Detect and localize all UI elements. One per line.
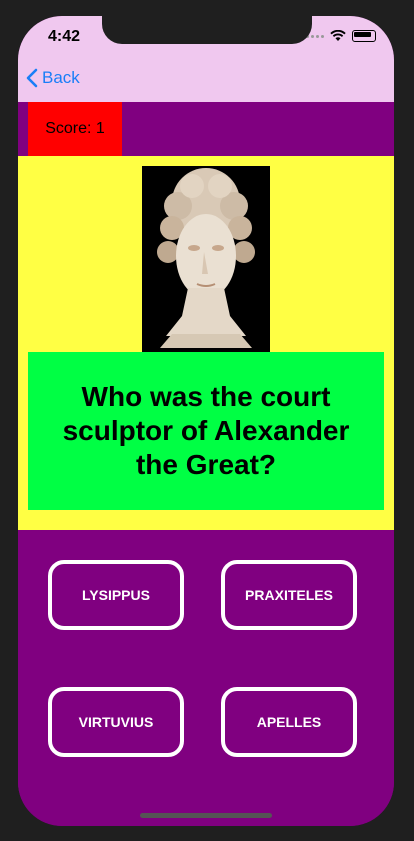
answer-button-apelles[interactable]: APELLES (221, 687, 357, 757)
chevron-left-icon (26, 68, 38, 88)
home-indicator[interactable] (140, 813, 272, 818)
score-bar: Score: 1 (18, 102, 394, 156)
score-label: Score: 1 (28, 102, 122, 156)
question-panel: Who was the court sculptor of Alexander … (18, 156, 394, 530)
answer-grid: LYSIPPUS PRAXITELES VIRTUVIUS APELLES (18, 530, 394, 826)
question-box: Who was the court sculptor of Alexander … (28, 352, 384, 510)
app-screen: 4:42 Back Score: 1 Who was the court scu… (18, 16, 394, 826)
question-text: Who was the court sculptor of Alexander … (62, 381, 350, 480)
back-button[interactable]: Back (26, 68, 80, 88)
status-icons (306, 30, 376, 42)
battery-icon (352, 30, 376, 42)
device-notch (102, 16, 312, 44)
answer-button-praxiteles[interactable]: PRAXITELES (221, 560, 357, 630)
device-frame: 4:42 Back Score: 1 Who was the court scu… (0, 0, 414, 841)
wifi-icon (330, 30, 346, 41)
status-time: 4:42 (48, 28, 81, 45)
answer-button-virtuvius[interactable]: VIRTUVIUS (48, 687, 184, 757)
navigation-bar: Back (18, 60, 394, 102)
back-label: Back (42, 68, 80, 87)
answer-button-lysippus[interactable]: LYSIPPUS (48, 560, 184, 630)
sculpture-bust-image (142, 166, 270, 352)
